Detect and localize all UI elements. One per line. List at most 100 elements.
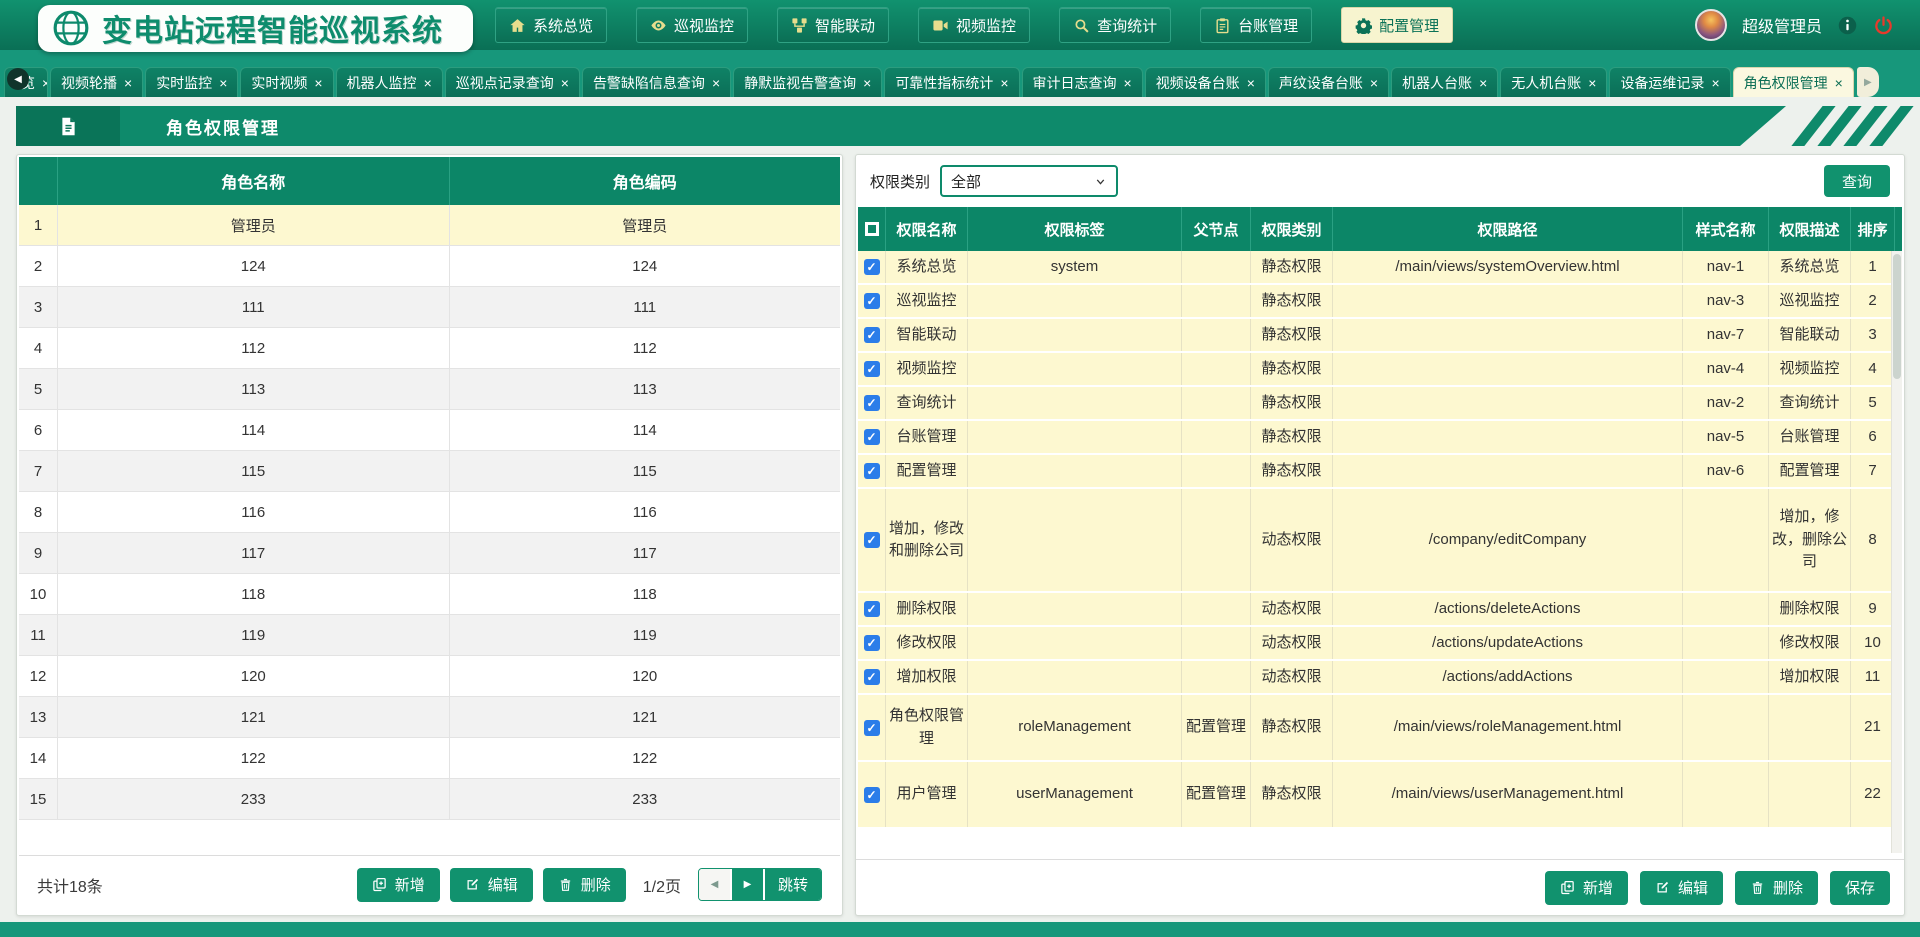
row-checkbox[interactable]: ✓ xyxy=(864,720,880,736)
close-icon[interactable]: × xyxy=(1000,76,1008,90)
close-icon[interactable]: × xyxy=(424,76,432,90)
close-icon[interactable]: × xyxy=(1835,76,1843,90)
nav-button-system-overview[interactable]: 系统总览 xyxy=(495,7,607,43)
role-row-13[interactable]: 13121121 xyxy=(19,697,840,738)
tab-设备运维记录[interactable]: 设备运维记录 × xyxy=(1609,67,1730,97)
role-row-11[interactable]: 11119119 xyxy=(19,615,840,656)
role-row-4[interactable]: 4112112 xyxy=(19,328,840,369)
close-icon[interactable]: × xyxy=(561,76,569,90)
role-row-2[interactable]: 2124124 xyxy=(19,246,840,287)
permission-row-5[interactable]: ✓查询统计静态权限nav-2查询统计5 xyxy=(858,387,1902,421)
permission-add-button[interactable]: 新增 xyxy=(1545,871,1628,905)
scrollbar-thumb[interactable] xyxy=(1893,254,1901,379)
row-checkbox[interactable]: ✓ xyxy=(864,293,880,309)
role-row-15[interactable]: 15233233 xyxy=(19,779,840,820)
nav-button-ledger-management[interactable]: 台账管理 xyxy=(1200,7,1312,43)
row-checkbox[interactable]: ✓ xyxy=(864,361,880,377)
permission-row-1[interactable]: ✓系统总览system静态权限/main/views/systemOvervie… xyxy=(858,251,1902,285)
tab-视频设备台账[interactable]: 视频设备台账× xyxy=(1145,67,1266,97)
info-button[interactable] xyxy=(1837,15,1858,36)
permission-row-10[interactable]: ✓修改权限动态权限/actions/updateActions修改权限10 xyxy=(858,627,1902,661)
tab-实时监控[interactable]: 实时监控× xyxy=(145,67,238,97)
nav-button-smart-linkage[interactable]: 智能联动 xyxy=(777,7,889,43)
search-button[interactable]: 查询 xyxy=(1824,165,1890,197)
prev-page-button[interactable]: ◀ xyxy=(699,869,732,900)
jump-page-button[interactable]: 跳转 xyxy=(765,869,821,900)
tab-可靠性指标统计[interactable]: 可靠性指标统计× xyxy=(884,67,1019,97)
row-checkbox[interactable]: ✓ xyxy=(864,463,880,479)
row-checkbox[interactable]: ✓ xyxy=(864,669,880,685)
nav-button-video-monitor[interactable]: 视频监控 xyxy=(918,7,1030,43)
tab-角色权限管理[interactable]: 角色权限管理× xyxy=(1733,67,1854,97)
row-checkbox[interactable]: ✓ xyxy=(864,787,880,803)
permission-row-7[interactable]: ✓配置管理静态权限nav-6配置管理7 xyxy=(858,455,1902,489)
close-icon[interactable]: × xyxy=(219,76,227,90)
row-checkbox[interactable]: ✓ xyxy=(864,429,880,445)
close-icon[interactable]: × xyxy=(1247,76,1255,90)
role-delete-button[interactable]: 删除 xyxy=(543,868,626,902)
row-checkbox[interactable]: ✓ xyxy=(864,259,880,275)
permission-row-3[interactable]: ✓智能联动静态权限nav-7智能联动3 xyxy=(858,319,1902,353)
permission-row-11[interactable]: ✓增加权限动态权限/actions/addActions增加权限11 xyxy=(858,661,1902,695)
nav-button-inspection-monitor[interactable]: 巡视监控 xyxy=(636,7,748,43)
permission-delete-button[interactable]: 删除 xyxy=(1735,871,1818,905)
role-edit-button[interactable]: 编辑 xyxy=(450,868,533,902)
row-checkbox[interactable]: ✓ xyxy=(864,601,880,617)
tab-无人机台账[interactable]: 无人机台账× xyxy=(1500,67,1607,97)
permission-row-8[interactable]: ✓增加，修改和删除公司动态权限/company/editCompany增加，修改… xyxy=(858,489,1902,593)
tab-机器人台账[interactable]: 机器人台账× xyxy=(1391,67,1498,97)
role-row-14[interactable]: 14122122 xyxy=(19,738,840,779)
tab-实时视频[interactable]: 实时视频× xyxy=(240,67,333,97)
close-icon[interactable]: × xyxy=(1124,76,1132,90)
role-row-5[interactable]: 5113113 xyxy=(19,369,840,410)
permission-row-22[interactable]: ✓用户管理userManagement配置管理静态权限/main/views/u… xyxy=(858,762,1902,829)
tab-scroll-right-button[interactable]: ▶ xyxy=(1857,67,1879,97)
role-row-8[interactable]: 8116116 xyxy=(19,492,840,533)
tab-巡视点记录查询[interactable]: 巡视点记录查询× xyxy=(445,67,580,97)
close-icon[interactable]: × xyxy=(1588,76,1596,90)
tab-scroll-left-button[interactable]: ◀ xyxy=(7,68,29,90)
next-page-button[interactable]: ▶ xyxy=(732,869,765,900)
role-row-9[interactable]: 9117117 xyxy=(19,533,840,574)
permission-save-button[interactable]: 保存 xyxy=(1830,871,1890,905)
tab-声纹设备台账[interactable]: 声纹设备台账× xyxy=(1268,67,1389,97)
tab-审计日志查询[interactable]: 审计日志查询× xyxy=(1022,67,1143,97)
tab-告警缺陷信息查询[interactable]: 告警缺陷信息查询× xyxy=(582,67,731,97)
tab-机器人监控[interactable]: 机器人监控× xyxy=(336,67,443,97)
tab-静默监视告警查询[interactable]: 静默监视告警查询× xyxy=(733,67,882,97)
role-add-button[interactable]: 新增 xyxy=(357,868,440,902)
close-icon[interactable]: × xyxy=(1711,76,1719,90)
permission-edit-button[interactable]: 编辑 xyxy=(1640,871,1723,905)
close-icon[interactable]: × xyxy=(1479,76,1487,90)
close-icon[interactable]: × xyxy=(1370,76,1378,90)
close-icon[interactable]: × xyxy=(863,76,871,90)
close-icon[interactable]: × xyxy=(42,76,48,90)
role-row-7[interactable]: 7115115 xyxy=(19,451,840,492)
nav-button-config-management[interactable]: 配置管理 xyxy=(1341,7,1453,43)
vertical-scrollbar[interactable] xyxy=(1891,251,1902,853)
tab-label: 设备运维记录 xyxy=(1620,73,1704,93)
row-checkbox[interactable]: ✓ xyxy=(864,532,880,548)
tab-视频轮播[interactable]: 视频轮播× xyxy=(50,67,143,97)
avatar[interactable] xyxy=(1695,9,1727,41)
select-all-checkbox[interactable] xyxy=(865,222,879,236)
logout-button[interactable] xyxy=(1873,15,1894,36)
role-row-6[interactable]: 6114114 xyxy=(19,410,840,451)
role-row-1[interactable]: 1管理员管理员 xyxy=(19,205,840,246)
close-icon[interactable]: × xyxy=(124,76,132,90)
permission-category-select[interactable]: 全部 xyxy=(940,165,1118,197)
close-icon[interactable]: × xyxy=(712,76,720,90)
role-row-3[interactable]: 3111111 xyxy=(19,287,840,328)
permission-row-9[interactable]: ✓删除权限动态权限/actions/deleteActions删除权限9 xyxy=(858,593,1902,627)
close-icon[interactable]: × xyxy=(314,76,322,90)
nav-button-query-stats[interactable]: 查询统计 xyxy=(1059,7,1171,43)
permission-row-21[interactable]: ✓角色权限管理roleManagement配置管理静态权限/main/views… xyxy=(858,695,1902,762)
role-row-10[interactable]: 10118118 xyxy=(19,574,840,615)
row-checkbox[interactable]: ✓ xyxy=(864,327,880,343)
role-row-12[interactable]: 12120120 xyxy=(19,656,840,697)
row-checkbox[interactable]: ✓ xyxy=(864,395,880,411)
permission-row-4[interactable]: ✓视频监控静态权限nav-4视频监控4 xyxy=(858,353,1902,387)
permission-row-6[interactable]: ✓台账管理静态权限nav-5台账管理6 xyxy=(858,421,1902,455)
permission-row-2[interactable]: ✓巡视监控静态权限nav-3巡视监控2 xyxy=(858,285,1902,319)
row-checkbox[interactable]: ✓ xyxy=(864,635,880,651)
